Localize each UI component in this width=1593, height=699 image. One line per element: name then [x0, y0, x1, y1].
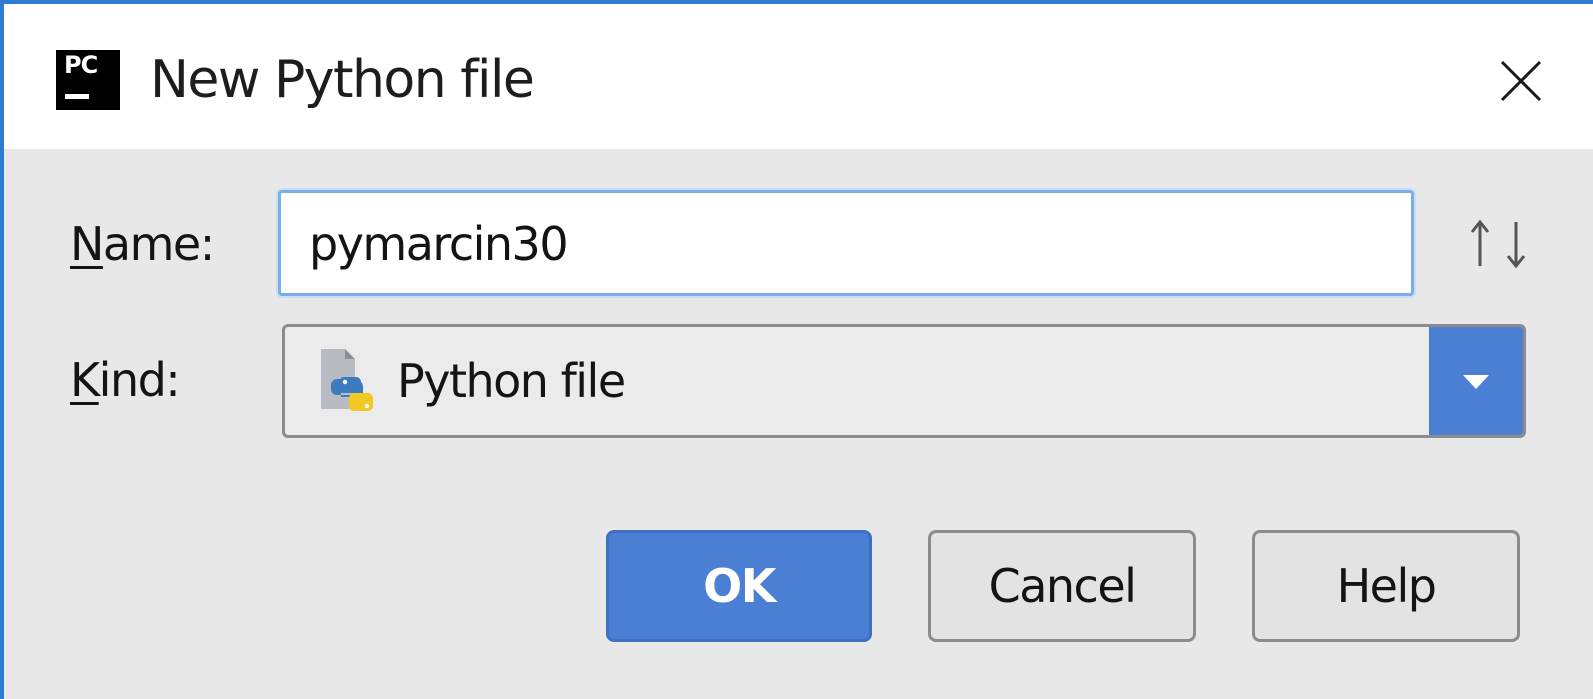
python-file-icon	[321, 349, 373, 411]
cancel-button[interactable]: Cancel	[928, 530, 1196, 642]
kind-label: Kind:	[70, 352, 181, 408]
chevron-down-icon	[1463, 375, 1489, 389]
ok-button[interactable]: OK	[606, 530, 872, 642]
name-input[interactable]	[309, 211, 1389, 277]
name-field[interactable]	[278, 190, 1414, 296]
kind-selected-value: Python file	[397, 354, 626, 408]
help-button[interactable]: Help	[1252, 530, 1520, 642]
title-bar: PC New Python file	[4, 4, 1593, 149]
kind-label-text: ind:	[98, 353, 181, 407]
new-python-file-dialog: PC New Python file Name: Kind:	[0, 0, 1593, 699]
pycharm-icon: PC	[56, 50, 120, 110]
name-label: Name:	[70, 216, 215, 272]
pycharm-icon-text: PC	[64, 51, 98, 79]
kind-dropdown[interactable]: Python file	[282, 324, 1526, 438]
kind-dropdown-button[interactable]	[1429, 327, 1523, 435]
kind-label-mnemonic: K	[70, 353, 100, 407]
name-label-mnemonic: N	[70, 217, 104, 271]
close-icon	[1500, 60, 1542, 102]
name-label-text: ame:	[102, 217, 215, 271]
sort-up-down-icon	[1470, 219, 1526, 269]
sort-button[interactable]	[1460, 212, 1536, 276]
dialog-title: New Python file	[150, 50, 535, 110]
close-button[interactable]	[1490, 50, 1552, 112]
